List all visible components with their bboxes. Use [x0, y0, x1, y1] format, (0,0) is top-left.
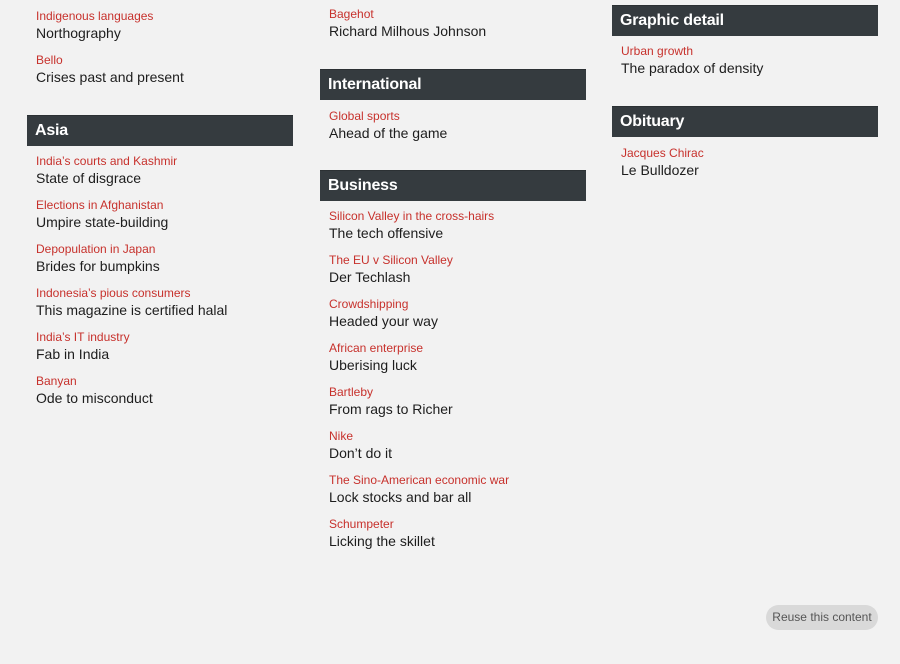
article-headline: The tech offensive	[329, 225, 444, 241]
article-flytitle: Global sports	[329, 109, 400, 123]
section-header-asia: Asia	[27, 115, 293, 146]
article-link[interactable]: Bello Crises past and present	[27, 52, 184, 86]
section-header-business: Business	[320, 170, 586, 201]
article-flytitle: Nike	[329, 429, 354, 443]
article-flytitle: Indigenous languages	[36, 9, 154, 23]
article-flytitle: Depopulation in Japan	[36, 242, 156, 256]
article-link[interactable]: Urban growth The paradox of density	[612, 43, 763, 77]
article-headline: Uberising luck	[329, 357, 417, 373]
article-link[interactable]: Bartleby From rags to Richer	[320, 384, 453, 418]
article-flytitle: Schumpeter	[329, 517, 394, 531]
article-link[interactable]: India’s IT industry Fab in India	[27, 329, 130, 363]
article-headline: Don’t do it	[329, 445, 393, 461]
article-link[interactable]: Depopulation in Japan Brides for bumpkin…	[27, 241, 160, 275]
article-link[interactable]: African enterprise Uberising luck	[320, 340, 423, 374]
article-flytitle: Banyan	[36, 374, 77, 388]
section-header-obituary: Obituary	[612, 106, 878, 137]
section-header-international: International	[320, 69, 586, 100]
article-flytitle: India’s courts and Kashmir	[36, 154, 178, 168]
article-flytitle: Silicon Valley in the cross-hairs	[329, 209, 495, 223]
article-link[interactable]: Banyan Ode to misconduct	[27, 373, 153, 407]
article-link[interactable]: Elections in Afghanistan Umpire state-bu…	[27, 197, 168, 231]
article-flytitle: Indonesia’s pious consumers	[36, 286, 191, 300]
article-link[interactable]: The Sino-American economic war Lock stoc…	[320, 472, 509, 506]
reuse-content-button[interactable]: Reuse this content	[766, 605, 878, 630]
article-headline: Headed your way	[329, 313, 438, 329]
article-headline: Lock stocks and bar all	[329, 489, 472, 505]
article-headline: From rags to Richer	[329, 401, 453, 417]
article-link[interactable]: Bagehot Richard Milhous Johnson	[320, 6, 486, 40]
article-headline: Der Techlash	[329, 269, 411, 285]
article-flytitle: India’s IT industry	[36, 330, 130, 344]
article-headline: Crises past and present	[36, 69, 184, 85]
article-flytitle: Bello	[36, 53, 63, 67]
article-flytitle: The Sino-American economic war	[329, 473, 510, 487]
article-headline: Umpire state-building	[36, 214, 169, 230]
article-headline: Ode to misconduct	[36, 390, 153, 406]
article-flytitle: Crowdshipping	[329, 297, 409, 311]
article-headline: Northography	[36, 25, 121, 41]
article-link[interactable]: Nike Don’t do it	[320, 428, 392, 462]
article-headline: State of disgrace	[36, 170, 142, 186]
article-link[interactable]: Jacques Chirac Le Bulldozer	[612, 145, 704, 179]
article-flytitle: Bartleby	[329, 385, 374, 399]
article-headline: Brides for bumpkins	[36, 258, 160, 274]
article-headline: Le Bulldozer	[621, 162, 699, 178]
article-link[interactable]: Indonesia’s pious consumers This magazin…	[27, 285, 227, 319]
article-headline: This magazine is certified halal	[36, 302, 228, 318]
article-flytitle: Jacques Chirac	[621, 146, 704, 160]
article-headline: Fab in India	[36, 346, 110, 362]
article-headline: Licking the skillet	[329, 533, 435, 549]
article-flytitle: Elections in Afghanistan	[36, 198, 164, 212]
section-header-graphic-detail: Graphic detail	[612, 5, 878, 36]
article-link[interactable]: Schumpeter Licking the skillet	[320, 516, 435, 550]
article-link[interactable]: Indigenous languages Northography	[27, 8, 153, 42]
article-headline: The paradox of density	[621, 60, 764, 76]
article-headline: Richard Milhous Johnson	[329, 23, 487, 39]
article-flytitle: African enterprise	[329, 341, 424, 355]
article-link[interactable]: Global sports Ahead of the game	[320, 108, 447, 142]
article-link[interactable]: Crowdshipping Headed your way	[320, 296, 438, 330]
article-headline: Ahead of the game	[329, 125, 448, 141]
article-flytitle: The EU v Silicon Valley	[329, 253, 453, 267]
article-flytitle: Urban growth	[621, 44, 694, 58]
article-link[interactable]: India’s courts and Kashmir State of disg…	[27, 153, 177, 187]
article-flytitle: Bagehot	[329, 7, 374, 21]
article-link[interactable]: The EU v Silicon Valley Der Techlash	[320, 252, 453, 286]
article-link[interactable]: Silicon Valley in the cross-hairs The te…	[320, 208, 494, 242]
